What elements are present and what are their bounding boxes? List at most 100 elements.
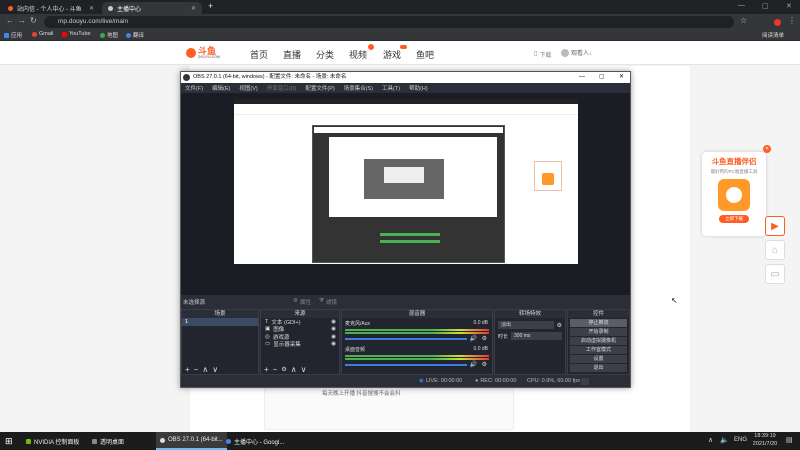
nav-home[interactable]: 首页 — [250, 48, 268, 61]
close-icon[interactable]: ✕ — [619, 72, 624, 83]
reading-list[interactable]: 阅读清单 — [762, 31, 784, 39]
close-icon[interactable]: ✕ — [191, 5, 196, 12]
clock-date[interactable]: 2021/7/20 — [750, 441, 780, 447]
virtual-camera-button[interactable]: 启动虚拟摄像机 — [570, 337, 627, 345]
remove-icon[interactable]: − — [273, 365, 278, 374]
close-icon[interactable]: ✕ — [89, 5, 94, 12]
speaker-icon[interactable]: 🔊 — [470, 361, 477, 368]
gear-icon[interactable]: ⚙ — [482, 361, 487, 368]
menu-tools[interactable]: 工具(T) — [382, 84, 400, 92]
gear-icon[interactable]: ⚙ — [281, 366, 286, 373]
taskbar-chrome[interactable]: 主播中心 - Googl... — [222, 432, 288, 450]
maximize-icon[interactable]: ▢ — [599, 72, 605, 83]
down-icon[interactable]: ∨ — [301, 365, 307, 374]
settings-button[interactable]: 设置 — [570, 355, 627, 363]
address-input[interactable]: mp.douyu.com/live/main — [44, 16, 734, 28]
screen-icon[interactable]: ▭ — [765, 264, 785, 284]
menu-icon[interactable]: ⋮ — [788, 16, 796, 25]
speaker-icon[interactable]: 🔊 — [470, 335, 477, 342]
filters-button[interactable]: ⧩ 滤镜 — [319, 298, 337, 306]
maximize-icon[interactable]: ▢ — [762, 2, 769, 10]
menu-profile[interactable]: 配置文件(P) — [305, 84, 334, 92]
tab-streamer-center[interactable]: 主播中心 ✕ — [102, 2, 202, 14]
notifications-icon[interactable]: ▤ — [786, 436, 793, 444]
promo-title: 斗鱼直播伴侣 — [711, 157, 757, 166]
close-window-icon[interactable]: ✕ — [786, 2, 792, 10]
gear-icon[interactable]: ⚙ — [557, 322, 562, 329]
new-tab-button[interactable]: + — [208, 1, 213, 11]
menu-scene-collection[interactable]: 场景集合(S) — [344, 84, 373, 92]
volume-slider[interactable]: 🔊 ⚙ — [345, 362, 489, 368]
close-promo-icon[interactable]: ✕ — [763, 145, 771, 153]
remove-icon[interactable]: − — [194, 365, 199, 374]
promo-download-button[interactable]: 立即下载 — [719, 215, 749, 223]
reload-icon[interactable]: ↻ — [30, 16, 37, 25]
up-icon[interactable]: ∧ — [202, 365, 208, 374]
gear-icon: ⚙ — [293, 298, 298, 304]
transition-select[interactable]: 淡出 — [498, 321, 554, 329]
menu-view[interactable]: 视图(V) — [239, 84, 257, 92]
nav-live[interactable]: 直播 — [283, 48, 301, 61]
eye-icon[interactable]: ◉ — [331, 334, 339, 340]
bookmark-gmail[interactable]: Gmail — [32, 31, 53, 37]
source-item[interactable]: ▭ 显示器采集 ◉ — [261, 341, 339, 348]
eye-icon[interactable]: ◉ — [331, 341, 339, 347]
download-link[interactable]: ▯ 下载 — [534, 50, 551, 59]
menu-edit[interactable]: 编辑(E) — [212, 84, 230, 92]
stop-streaming-button[interactable]: 停止推流 — [570, 319, 627, 327]
captured-recursive-inner — [384, 167, 424, 183]
douyu-logo[interactable]: 斗鱼 DOUYU.COM — [186, 45, 230, 61]
up-icon[interactable]: ∧ — [291, 365, 297, 374]
tab-messages[interactable]: 站内信 - 个人中心 - 斗鱼 ✕ — [2, 2, 100, 14]
profile-avatar[interactable] — [774, 19, 781, 26]
captured-header — [234, 104, 578, 115]
transitions-title: 转场特效 — [495, 310, 565, 318]
bookmark-maps[interactable]: 地图 — [100, 31, 118, 39]
studio-mode-button[interactable]: 工作室模式 — [570, 346, 627, 354]
exit-button[interactable]: 退出 — [570, 364, 627, 372]
mixer-track: 桌面音频 0.0 dB 🔊 ⚙ — [342, 344, 492, 370]
clock-time[interactable]: 18:39:19 — [750, 433, 780, 439]
gear-icon[interactable]: ⚙ — [482, 335, 487, 342]
properties-button[interactable]: ⚙ 属性 — [293, 298, 311, 306]
user-menu[interactable]: 观看人↓ — [561, 48, 592, 57]
bookmark-apps[interactable]: 应用 — [4, 31, 22, 39]
broadcast-icon: ◉ — [419, 378, 424, 384]
home-icon[interactable]: ⌂ — [765, 240, 785, 260]
menu-help[interactable]: 帮助(H) — [409, 84, 428, 92]
menu-docks[interactable]: 停靠窗口(D) — [267, 84, 297, 92]
language-indicator[interactable]: ENG — [734, 437, 747, 443]
eye-icon[interactable]: ◉ — [331, 319, 339, 325]
back-icon[interactable]: ← — [6, 16, 14, 25]
taskbar-nvidia[interactable]: NVIDIA 控制面板 — [22, 432, 83, 450]
nav-category[interactable]: 分类 — [316, 48, 334, 61]
down-icon[interactable]: ∨ — [212, 365, 218, 374]
bookmark-translate[interactable]: 翻译 — [126, 31, 144, 39]
taskbar-desktop[interactable]: 透明桌面 — [88, 432, 128, 450]
minimize-icon[interactable]: — — [738, 2, 745, 9]
douyu-favicon-icon — [8, 5, 13, 11]
star-icon[interactable]: ☆ — [740, 16, 747, 25]
monitor-icon: ▭ — [265, 341, 271, 348]
taskbar-obs[interactable]: OBS 27.0.1 (64-bit... — [156, 432, 227, 450]
scene-item[interactable]: 1 — [182, 318, 258, 326]
add-icon[interactable]: + — [185, 365, 190, 374]
menu-file[interactable]: 文件(F) — [185, 84, 203, 92]
tray-up-icon[interactable]: ∧ — [708, 436, 713, 444]
minimize-icon[interactable]: — — [579, 72, 585, 83]
volume-icon[interactable]: 🔈 — [720, 436, 729, 444]
add-icon[interactable]: + — [264, 365, 269, 374]
obs-title-bar: OBS 27.0.1 (64-bit, windows) - 配置文件: 未命名… — [181, 72, 630, 83]
nav-games[interactable]: 游戏 — [383, 48, 401, 61]
forward-icon[interactable]: → — [18, 16, 26, 25]
start-recording-button[interactable]: 开始录制 — [570, 328, 627, 336]
play-icon[interactable]: ▶ — [765, 216, 785, 236]
nav-fishbar[interactable]: 鱼吧 — [416, 48, 434, 61]
eye-icon[interactable]: ◉ — [331, 326, 339, 332]
duration-input[interactable]: 300 ms — [511, 332, 562, 340]
windows-start-icon[interactable]: ⊞ — [5, 436, 13, 447]
volume-slider[interactable]: 🔊 ⚙ — [345, 336, 489, 342]
volume-meter — [345, 332, 489, 334]
bookmark-youtube[interactable]: YouTube — [62, 31, 91, 37]
nav-video[interactable]: 视频 — [349, 48, 367, 61]
